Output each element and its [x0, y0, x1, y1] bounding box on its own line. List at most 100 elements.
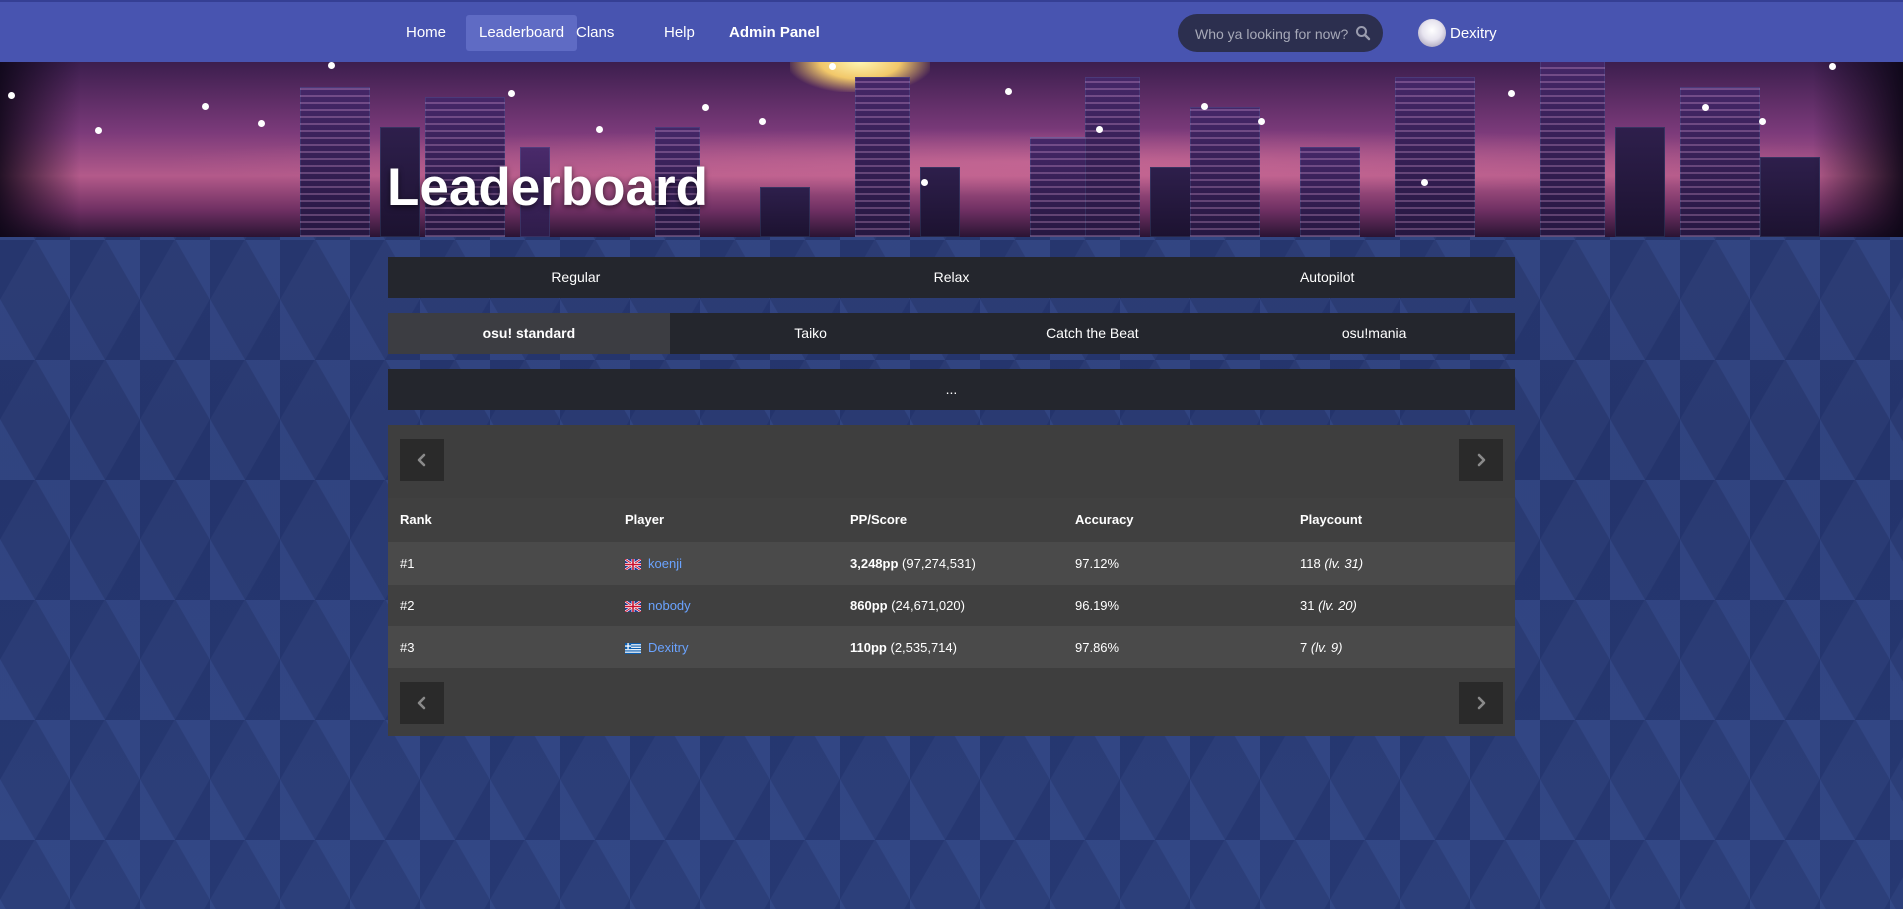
snow-particle [1258, 118, 1265, 125]
playcount-cell: 7 (lv. 9) [1300, 627, 1342, 669]
hero-building [1300, 147, 1360, 237]
level-value: (lv. 20) [1318, 598, 1357, 613]
playcount-value: 7 [1300, 640, 1308, 655]
avatar[interactable] [1418, 19, 1446, 47]
pp-value: 110pp [850, 640, 887, 655]
next-page-button-bottom[interactable] [1459, 682, 1503, 724]
mod-tabs: Regular Relax Autopilot [388, 257, 1515, 298]
player-link[interactable]: koenji [648, 543, 682, 585]
prev-page-button[interactable] [400, 439, 444, 481]
hero-building [1085, 77, 1140, 237]
header-accuracy: Accuracy [1075, 512, 1134, 527]
hero-building [855, 77, 910, 237]
tab-taiko[interactable]: Taiko [670, 313, 952, 354]
table-row: #1 koenji 3,248pp (97,274,531) 97.12% 11… [388, 542, 1515, 584]
tab-osu-standard[interactable]: osu! standard [388, 313, 670, 354]
playcount-cell: 31 (lv. 20) [1300, 585, 1357, 627]
next-page-button[interactable] [1459, 439, 1503, 481]
header-player: Player [625, 512, 665, 527]
score-value: (97,274,531) [902, 556, 976, 571]
chevron-right-icon [1477, 696, 1486, 710]
tab-relax[interactable]: Relax [764, 257, 1140, 298]
user-name[interactable]: Dexitry [1450, 25, 1497, 42]
player-cell: nobody [625, 585, 691, 627]
nav-home[interactable]: Home [393, 15, 459, 51]
hero-shade-left [0, 62, 80, 237]
rank-cell: #3 [400, 640, 415, 655]
tab-more[interactable]: ... [388, 369, 1515, 410]
accuracy-cell: 96.19% [1075, 598, 1120, 613]
header-rank: Rank [400, 512, 432, 527]
snow-particle [759, 118, 766, 125]
snow-particle [702, 104, 709, 111]
page-title: Leaderboard [387, 158, 709, 217]
player-link[interactable]: nobody [648, 585, 691, 627]
header-playcount: Playcount [1300, 512, 1363, 527]
user-menu[interactable]: Dexitry [1418, 18, 1497, 48]
pp-value: 3,248pp [850, 556, 899, 571]
snow-particle [1096, 126, 1103, 133]
snow-particle [328, 62, 335, 69]
table-row: #3 Dexitry 110pp (2,535,714) 97.86% 7 (l… [388, 626, 1515, 668]
snow-particle [596, 126, 603, 133]
score-value: (2,535,714) [890, 640, 957, 655]
table-header: Rank Player PP/Score Accuracy Playcount [388, 498, 1515, 542]
playcount-value: 31 [1300, 598, 1315, 613]
search-icon[interactable] [1355, 25, 1371, 41]
snow-particle [1201, 103, 1208, 110]
hero-shade-right [1813, 62, 1903, 237]
tab-regular[interactable]: Regular [388, 257, 764, 298]
tab-autopilot[interactable]: Autopilot [1139, 257, 1515, 298]
player-link[interactable]: Dexitry [648, 627, 688, 669]
chevron-right-icon [1477, 453, 1486, 467]
tab-catch-the-beat[interactable]: Catch the Beat [952, 313, 1234, 354]
snow-particle [1421, 179, 1428, 186]
score-value: (24,671,020) [891, 598, 965, 613]
greece-flag-icon [625, 642, 641, 654]
snow-particle [95, 127, 102, 134]
chevron-left-icon [417, 453, 426, 467]
pp-score-cell: 860pp (24,671,020) [850, 585, 965, 627]
nav-leaderboard[interactable]: Leaderboard [466, 15, 578, 51]
hero-building [1395, 77, 1475, 237]
snow-particle [202, 103, 209, 110]
accuracy-cell: 97.86% [1075, 640, 1120, 655]
snow-particle [1508, 90, 1515, 97]
snow-particle [1702, 104, 1709, 111]
hero-building [1540, 62, 1605, 237]
nav-admin-panel[interactable]: Admin Panel [716, 15, 833, 51]
snow-particle [258, 120, 265, 127]
hero-banner: Leaderboard [0, 62, 1903, 237]
playcount-cell: 118 (lv. 31) [1300, 543, 1363, 585]
extra-tabs: ... [388, 369, 1515, 410]
accuracy-cell: 97.12% [1075, 556, 1120, 571]
nav-help[interactable]: Help [651, 15, 708, 51]
level-value: (lv. 31) [1324, 556, 1364, 571]
hero-building [1760, 157, 1820, 237]
pp-value: 860pp [850, 598, 888, 613]
playcount-value: 118 [1300, 556, 1321, 571]
rank-cell: #2 [400, 598, 415, 613]
hero-building [1190, 107, 1260, 237]
snow-particle [508, 90, 515, 97]
level-value: (lv. 9) [1310, 640, 1343, 655]
prev-page-button-bottom[interactable] [400, 682, 444, 724]
chevron-left-icon [417, 696, 426, 710]
nav-clans[interactable]: Clans [563, 15, 627, 51]
hero-building [300, 87, 370, 237]
hero-building [920, 167, 960, 237]
pp-score-cell: 3,248pp (97,274,531) [850, 543, 976, 585]
rank-cell: #1 [400, 556, 415, 571]
uk-flag-icon [625, 558, 641, 570]
pp-score-cell: 110pp (2,535,714) [850, 627, 957, 669]
snow-particle [8, 92, 15, 99]
mode-tabs: osu! standard Taiko Catch the Beat osu!m… [388, 313, 1515, 354]
search-box [1178, 14, 1383, 54]
header-pp-score: PP/Score [850, 512, 908, 527]
search-input[interactable] [1193, 14, 1357, 54]
hero-building [760, 187, 810, 237]
player-cell: Dexitry [625, 627, 688, 669]
table-row: #2 nobody 860pp (24,671,020) 96.19% 31 (… [388, 584, 1515, 626]
uk-flag-icon [625, 600, 641, 612]
tab-osu-mania[interactable]: osu!mania [1233, 313, 1515, 354]
